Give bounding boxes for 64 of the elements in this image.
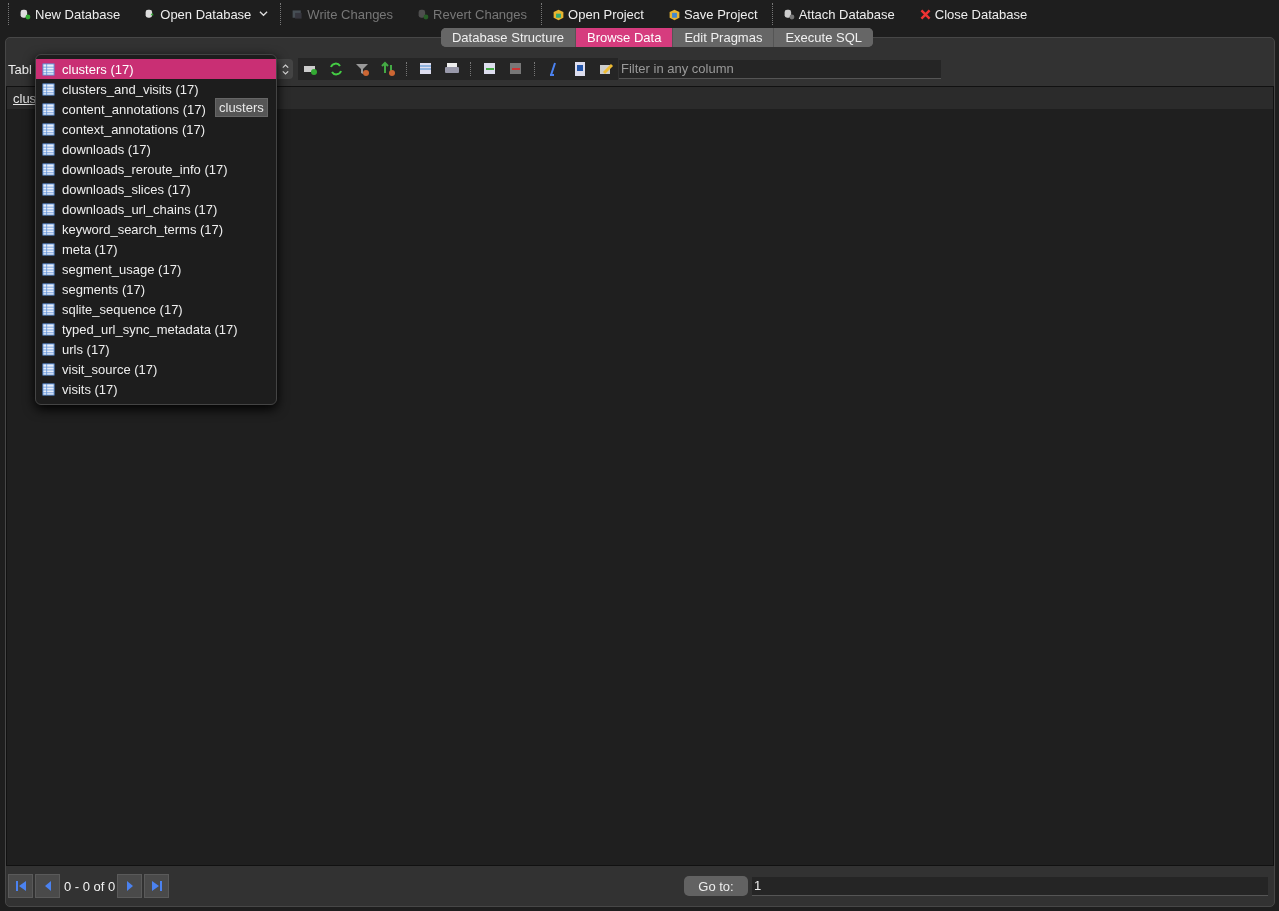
table-icon[interactable] <box>418 61 434 77</box>
table-icon <box>42 202 55 216</box>
record-range: 0 - 0 of 0 <box>64 878 116 894</box>
menu-item[interactable]: segments (17) <box>36 279 148 299</box>
table-icon <box>42 102 55 116</box>
tab[interactable]: Execute SQL <box>773 28 874 47</box>
menu-item[interactable]: segment_usage (17) <box>36 259 184 279</box>
tooltip: clusters <box>215 98 268 117</box>
tab[interactable]: Browse Data <box>574 28 673 47</box>
table-icon <box>42 82 55 96</box>
menu-item[interactable]: clusters (17) <box>36 59 276 79</box>
toolbar-button[interactable]: Save Project <box>665 3 760 25</box>
menu-item[interactable]: meta (17) <box>36 239 120 259</box>
previous-page-button[interactable] <box>35 874 60 898</box>
table-icon <box>42 342 55 356</box>
next-page-button[interactable] <box>117 874 143 898</box>
menu-item[interactable]: downloads_slices (17) <box>36 179 193 199</box>
stepper-icon <box>281 62 290 76</box>
first-icon <box>14 880 27 892</box>
pencil-icon[interactable] <box>598 61 614 77</box>
refresh-icon[interactable] <box>328 61 344 77</box>
toolbar-button[interactable]: Attach Database <box>780 3 897 25</box>
menu-item[interactable]: downloads (17) <box>36 139 153 159</box>
table-icon <box>42 162 55 176</box>
filter-icon[interactable] <box>354 61 370 77</box>
table-icon <box>42 282 55 296</box>
toolbar-button[interactable]: Close Database <box>916 3 1030 25</box>
table-icon <box>42 382 55 396</box>
goto-field[interactable]: 1 <box>752 876 1268 896</box>
document-icon[interactable] <box>572 61 588 77</box>
close-icon <box>918 7 932 21</box>
table-icon <box>42 322 55 336</box>
menu-item[interactable]: context_annotations (17) <box>36 119 208 139</box>
box-icon <box>552 7 566 21</box>
box-icon <box>667 7 681 21</box>
menu-item[interactable]: typed_url_sync_metadata (17) <box>36 319 240 339</box>
toolbar-button[interactable]: Open Project <box>550 3 646 25</box>
table-icon <box>42 62 55 76</box>
toolbar-button[interactable]: New Database <box>17 3 123 25</box>
import-icon[interactable] <box>482 61 498 77</box>
table-icon <box>42 362 55 376</box>
table-icon <box>42 122 55 136</box>
menu-item[interactable]: visits (17) <box>36 379 120 399</box>
menu-item[interactable]: visit_source (17) <box>36 359 160 379</box>
export-icon[interactable] <box>508 61 524 77</box>
table-icon <box>42 142 55 156</box>
last-icon <box>150 880 163 892</box>
table-label: Tabl <box>8 61 33 77</box>
goto-button[interactable]: Go to: <box>684 876 748 896</box>
sort-icon[interactable] <box>380 61 396 77</box>
menu-item[interactable]: downloads_reroute_info (17) <box>36 159 230 179</box>
table-icon <box>42 242 55 256</box>
toolbar-button[interactable]: Open Database <box>142 3 254 25</box>
table-icon <box>42 262 55 276</box>
menu-item[interactable]: urls (17) <box>36 339 112 359</box>
table-icon <box>42 222 55 236</box>
menu-item[interactable]: keyword_search_terms (17) <box>36 219 226 239</box>
last-page-button[interactable] <box>144 874 170 898</box>
filter-field[interactable]: Filter in any column <box>619 59 941 79</box>
first-page-button[interactable] <box>8 874 33 898</box>
menu-item[interactable]: downloads_url_chains (17) <box>36 199 220 219</box>
table-icon <box>42 302 55 316</box>
menu-item[interactable]: sqlite_sequence (17) <box>36 299 185 319</box>
table-icon <box>42 182 55 196</box>
